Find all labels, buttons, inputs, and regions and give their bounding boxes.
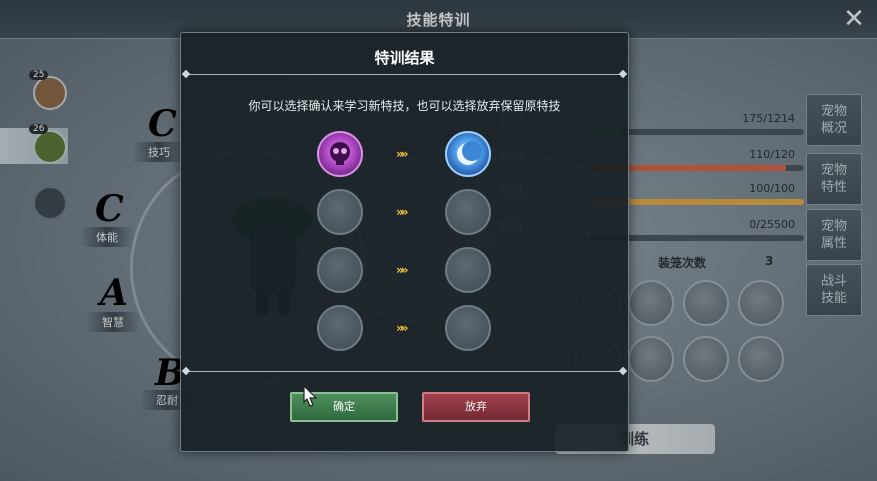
confirm-label: 确定: [333, 400, 355, 413]
divider: [185, 371, 624, 372]
cancel-label: 放弃: [465, 400, 487, 413]
mouse-cursor-icon: [303, 385, 318, 407]
arrow-icon: »»: [396, 321, 408, 335]
empty-skill-slot: [317, 247, 363, 293]
training-result-dialog: 特训结果 你可以选择确认来学习新特技，也可以选择放弃保留原特技 »» »» »»…: [180, 32, 629, 452]
crescent-moon-icon: [457, 141, 482, 165]
arrow-icon: »»: [396, 263, 408, 277]
skull-skill-icon[interactable]: [317, 131, 363, 177]
arrow-icon: »»: [396, 147, 408, 161]
moon-skill-icon[interactable]: [445, 131, 491, 177]
empty-skill-slot: [445, 305, 491, 351]
skull-icon: [330, 142, 350, 165]
cancel-button[interactable]: 放弃: [422, 392, 530, 422]
empty-skill-slot: [445, 189, 491, 235]
arrow-icon: »»: [396, 205, 408, 219]
empty-skill-slot: [317, 189, 363, 235]
dialog-message: 你可以选择确认来学习新特技，也可以选择放弃保留原特技: [248, 99, 561, 113]
divider: [185, 74, 624, 75]
dialog-title: 特训结果: [374, 49, 435, 67]
empty-skill-slot: [317, 305, 363, 351]
empty-skill-slot: [445, 247, 491, 293]
